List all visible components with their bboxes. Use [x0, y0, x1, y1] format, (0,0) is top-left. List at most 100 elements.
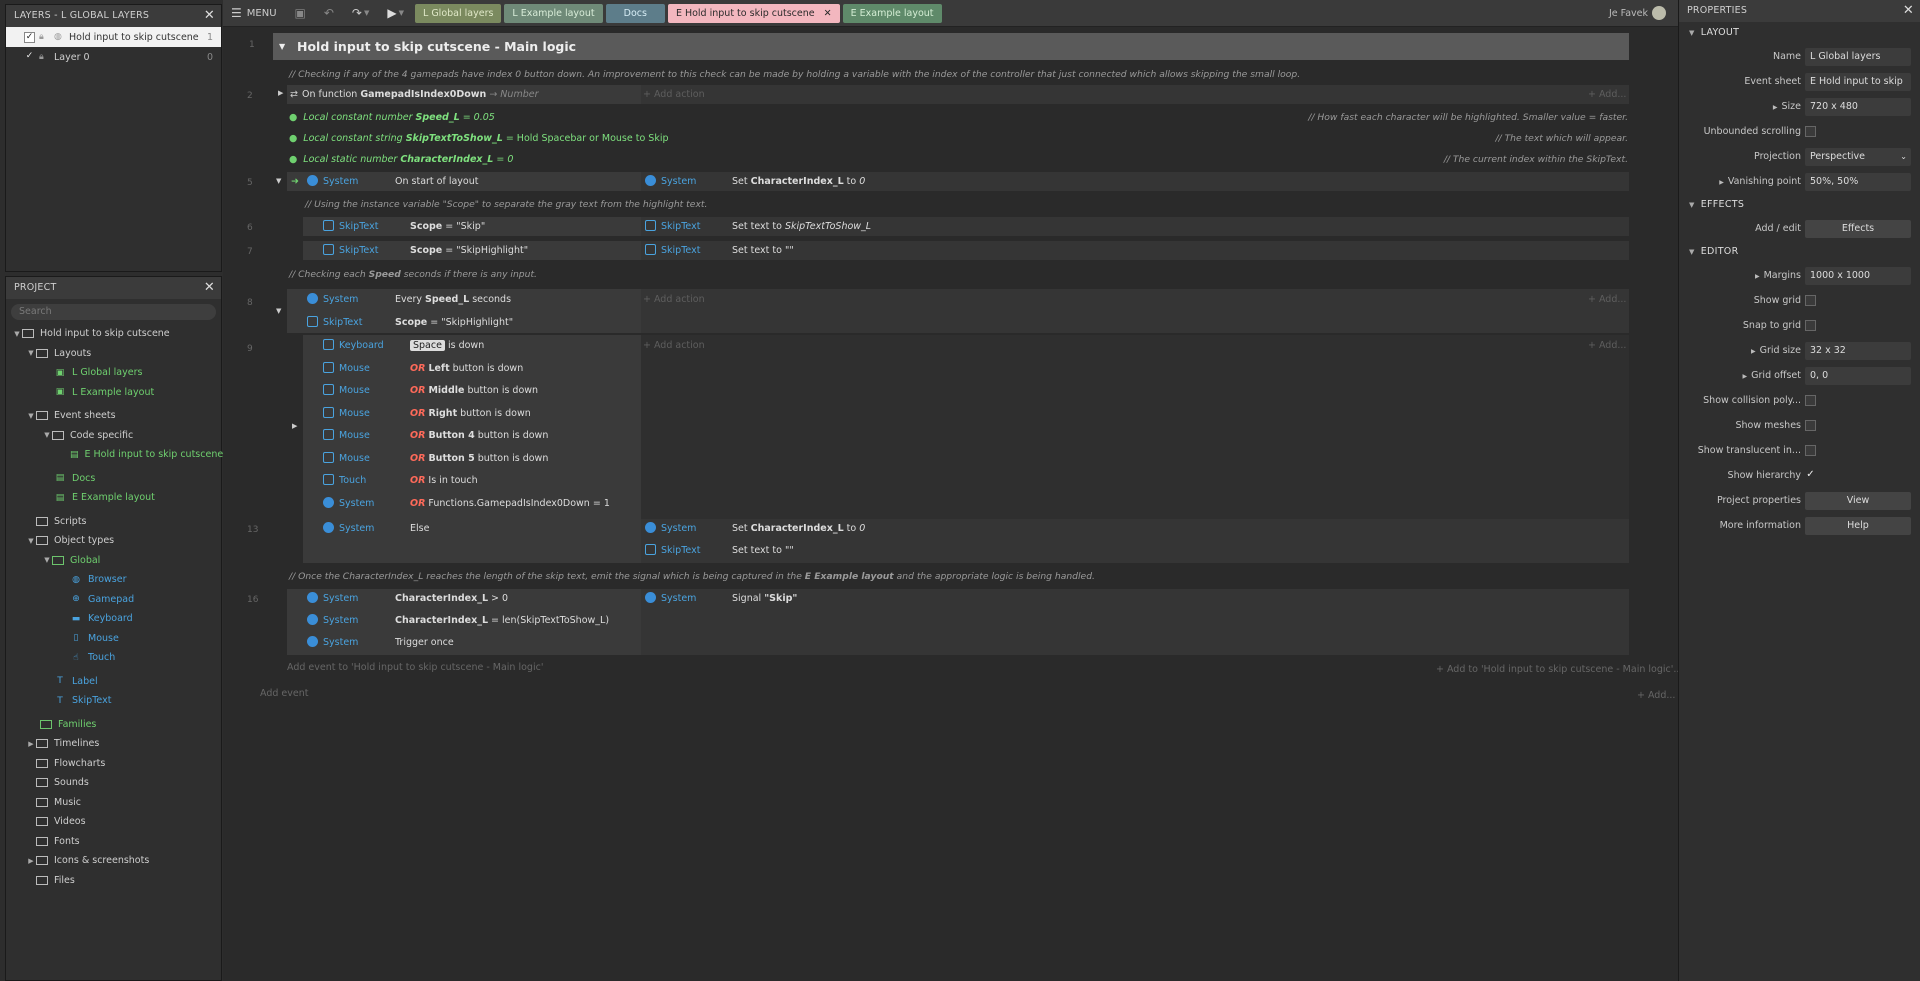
tree-item[interactable]: ▶ Timelines	[6, 734, 221, 754]
chevron-down-icon[interactable]: ▼	[399, 9, 404, 17]
tree-item[interactable]: ▼ Code specific	[6, 426, 221, 446]
function-condition[interactable]: ⇄ On function GamepadIsIndex0Down → Numbe…	[290, 85, 538, 104]
close-icon[interactable]: ✕	[824, 8, 832, 19]
play-icon[interactable]: ▶	[387, 6, 396, 20]
unbounded-checkbox[interactable]	[1805, 126, 1816, 137]
tree-item[interactable]: Scripts	[6, 512, 221, 532]
tree-item[interactable]: ▼ Event sheets	[6, 406, 221, 426]
collapse-icon[interactable]: ▼	[26, 349, 36, 357]
translucent-checkbox[interactable]	[1805, 445, 1816, 456]
view-button[interactable]: View	[1805, 491, 1911, 510]
tab-docs[interactable]: Docs	[605, 3, 665, 23]
collision-checkbox[interactable]	[1805, 395, 1816, 406]
action-text[interactable]: Signal "Skip"	[732, 589, 797, 608]
condition-system[interactable]: System	[307, 172, 358, 191]
tree-item[interactable]: ▤ Docs	[6, 469, 221, 489]
tree-item[interactable]: ⊕ Gamepad	[6, 590, 221, 610]
expand-icon[interactable]: ▶	[1743, 373, 1748, 380]
add-link[interactable]: + Add...	[1588, 336, 1626, 355]
condition-mouse[interactable]: Mouse	[323, 404, 370, 423]
grid-offset-field[interactable]: 0, 0	[1805, 366, 1911, 385]
save-icon[interactable]: ▣	[295, 6, 306, 20]
collapse-icon[interactable]: ▼	[276, 307, 281, 315]
name-field[interactable]: L Global layers	[1805, 47, 1911, 66]
action-text[interactable]: Set text to ""	[732, 241, 794, 260]
close-icon[interactable]: ✕	[1903, 0, 1914, 22]
collapse-icon[interactable]: ▼	[12, 330, 22, 338]
add-event-to-group[interactable]: Add event to 'Hold input to skip cutscen…	[287, 658, 543, 677]
action-system[interactable]: System	[645, 519, 696, 538]
show-grid-checkbox[interactable]	[1805, 295, 1816, 306]
condition-system[interactable]: System	[323, 494, 374, 513]
action-block[interactable]	[641, 289, 1629, 333]
add-link[interactable]: + Add...	[1637, 686, 1675, 705]
hierarchy-checkbox[interactable]: ✓	[1805, 470, 1816, 481]
local-variable[interactable]: ● Local constant number Speed_L = 0.05	[289, 108, 495, 127]
action-skiptext[interactable]: SkipText	[645, 541, 700, 560]
close-icon[interactable]: ✕	[204, 5, 215, 27]
tree-item[interactable]: ▼ Global	[6, 551, 221, 571]
tree-item[interactable]: ▶ Icons & screenshots	[6, 851, 221, 871]
tree-item[interactable]: ▯ Mouse	[6, 629, 221, 649]
action-block[interactable]	[641, 335, 1629, 545]
action-system[interactable]: System	[645, 172, 696, 191]
comment[interactable]: // Checking if any of the 4 gamepads hav…	[289, 69, 1300, 80]
comment[interactable]: // Once the CharacterIndex_L reaches the…	[289, 571, 1095, 582]
snap-checkbox[interactable]	[1805, 320, 1816, 331]
group-header[interactable]: ▼ Hold input to skip cutscene - Main log…	[273, 33, 1629, 60]
add-link[interactable]: + Add...	[1588, 85, 1626, 104]
tree-item[interactable]: ▬ Keyboard	[6, 609, 221, 629]
tree-item[interactable]: Files	[6, 871, 221, 891]
expand-icon[interactable]: ▶	[26, 740, 36, 748]
tree-item[interactable]: ▼ Object types	[6, 531, 221, 551]
expand-icon[interactable]: ▶	[1751, 348, 1756, 355]
user-account[interactable]: Je Favek	[1609, 6, 1666, 20]
projection-select[interactable]: Perspective ⌄	[1805, 147, 1911, 166]
section-editor[interactable]: ▼ EDITOR	[1679, 241, 1920, 263]
tree-item[interactable]: ▣ L Example layout	[6, 383, 221, 403]
collapse-icon[interactable]: ▼	[279, 33, 285, 60]
menu-button[interactable]: ☰ MENU	[231, 6, 277, 20]
tab-hold-input[interactable]: E Hold input to skip cutscene ✕	[667, 3, 840, 23]
event-sheet-select[interactable]: E Hold input to skip	[1805, 72, 1911, 91]
tree-item[interactable]: T Label	[6, 672, 221, 692]
condition-touch[interactable]: Touch	[323, 471, 366, 490]
tree-item[interactable]: Families	[6, 715, 221, 735]
tree-item[interactable]: Flowcharts	[6, 754, 221, 774]
condition-mouse[interactable]: Mouse	[323, 381, 370, 400]
collapse-icon[interactable]: ▼	[26, 412, 36, 420]
tree-item[interactable]: ▣ L Global layers	[6, 363, 221, 383]
action-text[interactable]: Set text to ""	[732, 541, 794, 560]
tree-item[interactable]: ▤ E Hold input to skip cutscene	[6, 445, 223, 465]
tree-item[interactable]: Fonts	[6, 832, 221, 852]
condition-skiptext[interactable]: SkipText	[323, 241, 378, 260]
help-button[interactable]: Help	[1805, 516, 1911, 535]
condition-mouse[interactable]: Mouse	[323, 426, 370, 445]
expand-icon[interactable]: ▶	[1755, 273, 1760, 280]
collapse-icon[interactable]: ▼	[42, 556, 52, 564]
comment[interactable]: // Using the instance variable "Scope" t…	[305, 199, 707, 210]
expand-icon[interactable]: ▶	[1773, 104, 1778, 111]
collapse-icon[interactable]: ▼	[42, 431, 52, 439]
close-icon[interactable]: ✕	[204, 277, 215, 299]
section-layout[interactable]: ▼ LAYOUT	[1679, 22, 1920, 44]
visibility-checkbox[interactable]: ✓	[24, 31, 35, 43]
condition-system[interactable]: System	[307, 290, 358, 309]
vanishing-field[interactable]: 50%, 50%	[1805, 172, 1911, 191]
tree-item[interactable]: ▼ Hold input to skip cutscene	[6, 324, 221, 344]
chevron-down-icon[interactable]: ▼	[364, 9, 369, 17]
expand-icon[interactable]: ▶	[1719, 179, 1724, 186]
add-event-link[interactable]: Add event	[260, 684, 308, 703]
search-input[interactable]: Search	[11, 304, 216, 320]
effects-button[interactable]: Effects	[1805, 219, 1911, 238]
layer-row[interactable]: ✓ 🔒︎ Layer 0 0	[6, 47, 221, 67]
expand-icon[interactable]: ▶	[278, 89, 283, 97]
condition-mouse[interactable]: Mouse	[323, 359, 370, 378]
add-link[interactable]: + Add...	[1588, 290, 1626, 309]
add-action-link[interactable]: + Add action	[643, 336, 705, 355]
tree-item[interactable]: ▼ Layouts	[6, 344, 221, 364]
tab-example-layout[interactable]: L Example layout	[504, 3, 603, 23]
add-action-link[interactable]: + Add action	[643, 290, 705, 309]
action-text[interactable]: Set CharacterIndex_L to 0	[732, 519, 865, 538]
tree-item[interactable]: ◍ Browser	[6, 570, 221, 590]
